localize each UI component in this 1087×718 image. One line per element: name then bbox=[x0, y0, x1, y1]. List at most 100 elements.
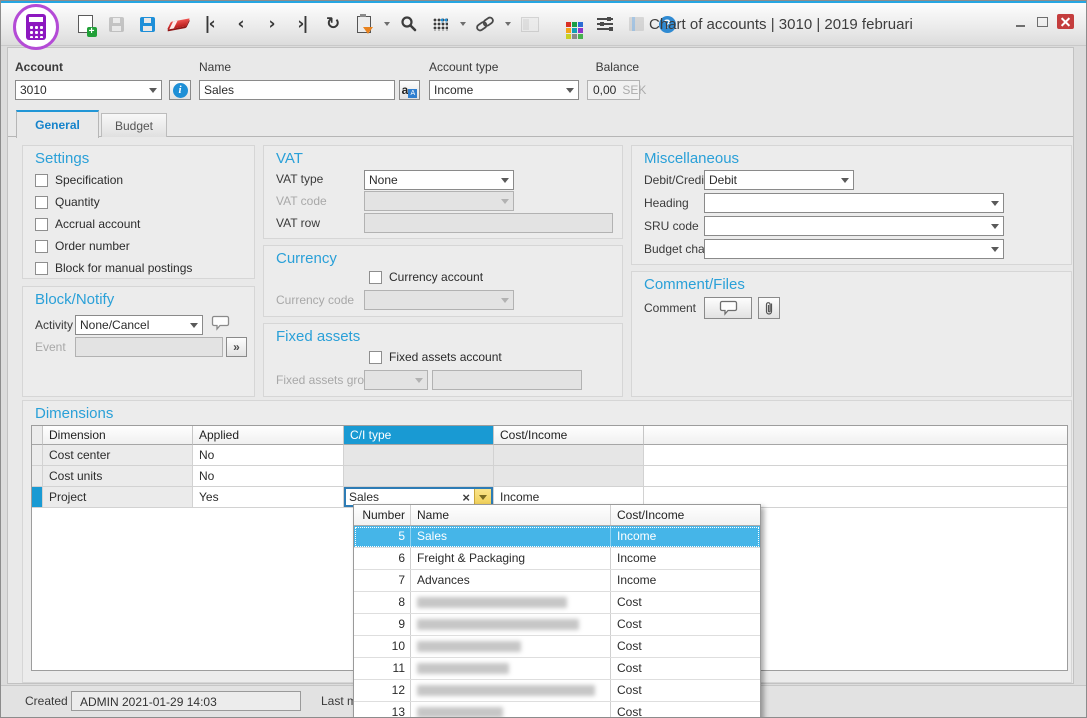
name-input[interactable]: Sales bbox=[199, 80, 395, 100]
popup-row[interactable]: 6Freight & PackagingIncome bbox=[354, 548, 760, 570]
popup-row[interactable]: 9Cost bbox=[354, 614, 760, 636]
new-icon[interactable]: + bbox=[73, 11, 97, 37]
popup-cell-cost-income: Cost bbox=[611, 702, 760, 718]
cell-applied[interactable]: No bbox=[193, 466, 344, 487]
table-grid-caret-icon[interactable] bbox=[460, 22, 466, 29]
last-record-icon[interactable]: ›| bbox=[290, 11, 314, 37]
quantity-checkbox[interactable] bbox=[35, 196, 48, 209]
refresh-icon[interactable]: ↻ bbox=[321, 11, 345, 37]
comment-files-title: Comment/Files bbox=[644, 276, 745, 293]
save-blue-icon[interactable] bbox=[135, 11, 159, 37]
first-record-icon[interactable]: |‹ bbox=[197, 11, 221, 37]
tab-budget[interactable]: Budget bbox=[101, 113, 167, 137]
block-notify-panel: Block/Notify Activity None/Cancel Event … bbox=[22, 286, 255, 397]
popup-cell-number: 9 bbox=[354, 614, 411, 635]
sru-code-select[interactable] bbox=[704, 216, 1004, 236]
previous-record-icon[interactable]: ‹ bbox=[228, 11, 252, 37]
tab-general[interactable]: General bbox=[16, 110, 99, 138]
balance-label: Balance bbox=[568, 60, 639, 74]
fixed-assets-panel: Fixed assets Fixed assets account Fixed … bbox=[263, 323, 623, 397]
cell-ci-type[interactable] bbox=[344, 466, 494, 487]
row-selector-active[interactable] bbox=[32, 487, 43, 508]
popup-cell-cost-income: Cost bbox=[611, 680, 760, 701]
popup-row[interactable]: 10Cost bbox=[354, 636, 760, 658]
popup-cell-name: Sales bbox=[411, 526, 611, 547]
paste-filter-caret-icon[interactable] bbox=[384, 22, 390, 29]
order-number-checkbox[interactable] bbox=[35, 240, 48, 253]
balance-currency: SEK bbox=[622, 83, 646, 97]
cell-dimension[interactable]: Cost center bbox=[43, 445, 193, 466]
popup-row[interactable]: 13Cost bbox=[354, 702, 760, 718]
dimension-row-cost-center[interactable]: Cost center No bbox=[32, 445, 1067, 466]
close-icon[interactable] bbox=[1057, 14, 1074, 29]
cell-applied[interactable]: Yes bbox=[193, 487, 344, 508]
popup-cell-number: 10 bbox=[354, 636, 411, 657]
row-selector[interactable] bbox=[32, 466, 43, 487]
specification-checkbox[interactable] bbox=[35, 174, 48, 187]
paste-filter-icon[interactable] bbox=[352, 11, 376, 37]
previous-record-glyph: ‹ bbox=[237, 16, 242, 33]
row-selector[interactable] bbox=[32, 445, 43, 466]
heading-select[interactable] bbox=[704, 193, 1004, 213]
table-grid-icon[interactable] bbox=[428, 11, 452, 37]
popup-header: Number Name Cost/Income bbox=[354, 505, 760, 526]
debit-credit-select[interactable]: Debit bbox=[704, 170, 854, 190]
column-header-ci-type[interactable]: C/I type bbox=[344, 426, 494, 445]
delete-icon[interactable] bbox=[166, 11, 190, 37]
popup-cell-number: 8 bbox=[354, 592, 411, 613]
popup-column-name[interactable]: Name bbox=[411, 505, 611, 525]
cell-ci-type[interactable] bbox=[344, 445, 494, 466]
maximize-icon[interactable] bbox=[1035, 15, 1049, 29]
dimension-row-cost-units[interactable]: Cost units No bbox=[32, 466, 1067, 487]
minimize-icon[interactable] bbox=[1013, 15, 1027, 29]
budget-chart-select[interactable] bbox=[704, 239, 1004, 259]
attachment-button[interactable] bbox=[758, 297, 780, 319]
vat-type-select[interactable]: None bbox=[364, 170, 514, 190]
editor-dropdown-button[interactable] bbox=[474, 489, 491, 505]
cell-applied[interactable]: No bbox=[193, 445, 344, 466]
info-button[interactable]: i bbox=[169, 80, 191, 100]
currency-account-row: Currency account bbox=[369, 270, 483, 284]
tab-budget-label: Budget bbox=[115, 119, 153, 133]
column-header-applied[interactable]: Applied bbox=[193, 426, 344, 445]
budget-chart-label: Budget chart bbox=[644, 242, 712, 256]
activity-select[interactable]: None/Cancel bbox=[75, 315, 203, 335]
account-select[interactable]: 3010 bbox=[15, 80, 162, 100]
cell-cost-income[interactable] bbox=[494, 445, 644, 466]
search-icon[interactable] bbox=[397, 11, 421, 37]
cell-dimension[interactable]: Cost units bbox=[43, 466, 193, 487]
cell-dimension[interactable]: Project bbox=[43, 487, 193, 508]
vat-row-input bbox=[364, 213, 613, 233]
popup-cell-name bbox=[411, 614, 611, 635]
popup-row[interactable]: 12Cost bbox=[354, 680, 760, 702]
accrual-account-checkbox[interactable] bbox=[35, 218, 48, 231]
comment-label: Comment bbox=[644, 301, 696, 315]
popup-row[interactable]: 11Cost bbox=[354, 658, 760, 680]
event-more-button[interactable]: » bbox=[226, 337, 247, 357]
block-manual-postings-checkbox[interactable] bbox=[35, 262, 48, 275]
popup-column-cost-income[interactable]: Cost/Income bbox=[611, 505, 760, 525]
ci-type-dropdown-popup: Number Name Cost/Income 5SalesIncome6Fre… bbox=[353, 504, 761, 718]
comment-button[interactable] bbox=[704, 297, 752, 319]
link-icon[interactable] bbox=[473, 11, 497, 37]
popup-row[interactable]: 8Cost bbox=[354, 592, 760, 614]
popup-row[interactable]: 5SalesIncome bbox=[354, 526, 760, 548]
next-record-icon[interactable]: › bbox=[259, 11, 283, 37]
currency-account-checkbox[interactable] bbox=[369, 271, 382, 284]
translate-button[interactable]: aA bbox=[399, 80, 420, 100]
activity-comment-icon[interactable] bbox=[211, 315, 230, 331]
popup-column-number[interactable]: Number bbox=[354, 505, 411, 525]
settings-sliders-icon[interactable] bbox=[593, 11, 617, 37]
popup-row[interactable]: 7AdvancesIncome bbox=[354, 570, 760, 592]
cell-cost-income[interactable] bbox=[494, 466, 644, 487]
column-header-cost-income[interactable]: Cost/Income bbox=[494, 426, 644, 445]
column-header-dimension[interactable]: Dimension bbox=[43, 426, 193, 445]
account-type-select[interactable]: Income bbox=[429, 80, 579, 100]
clear-icon[interactable]: × bbox=[458, 491, 474, 504]
link-caret-icon[interactable] bbox=[505, 22, 511, 29]
fixed-assets-account-checkbox[interactable] bbox=[369, 351, 382, 364]
checkbox-row-quantity: Quantity bbox=[35, 195, 100, 209]
preview-icon bbox=[518, 11, 542, 37]
color-grid-icon[interactable] bbox=[562, 11, 586, 37]
name-label: Name bbox=[199, 60, 231, 74]
